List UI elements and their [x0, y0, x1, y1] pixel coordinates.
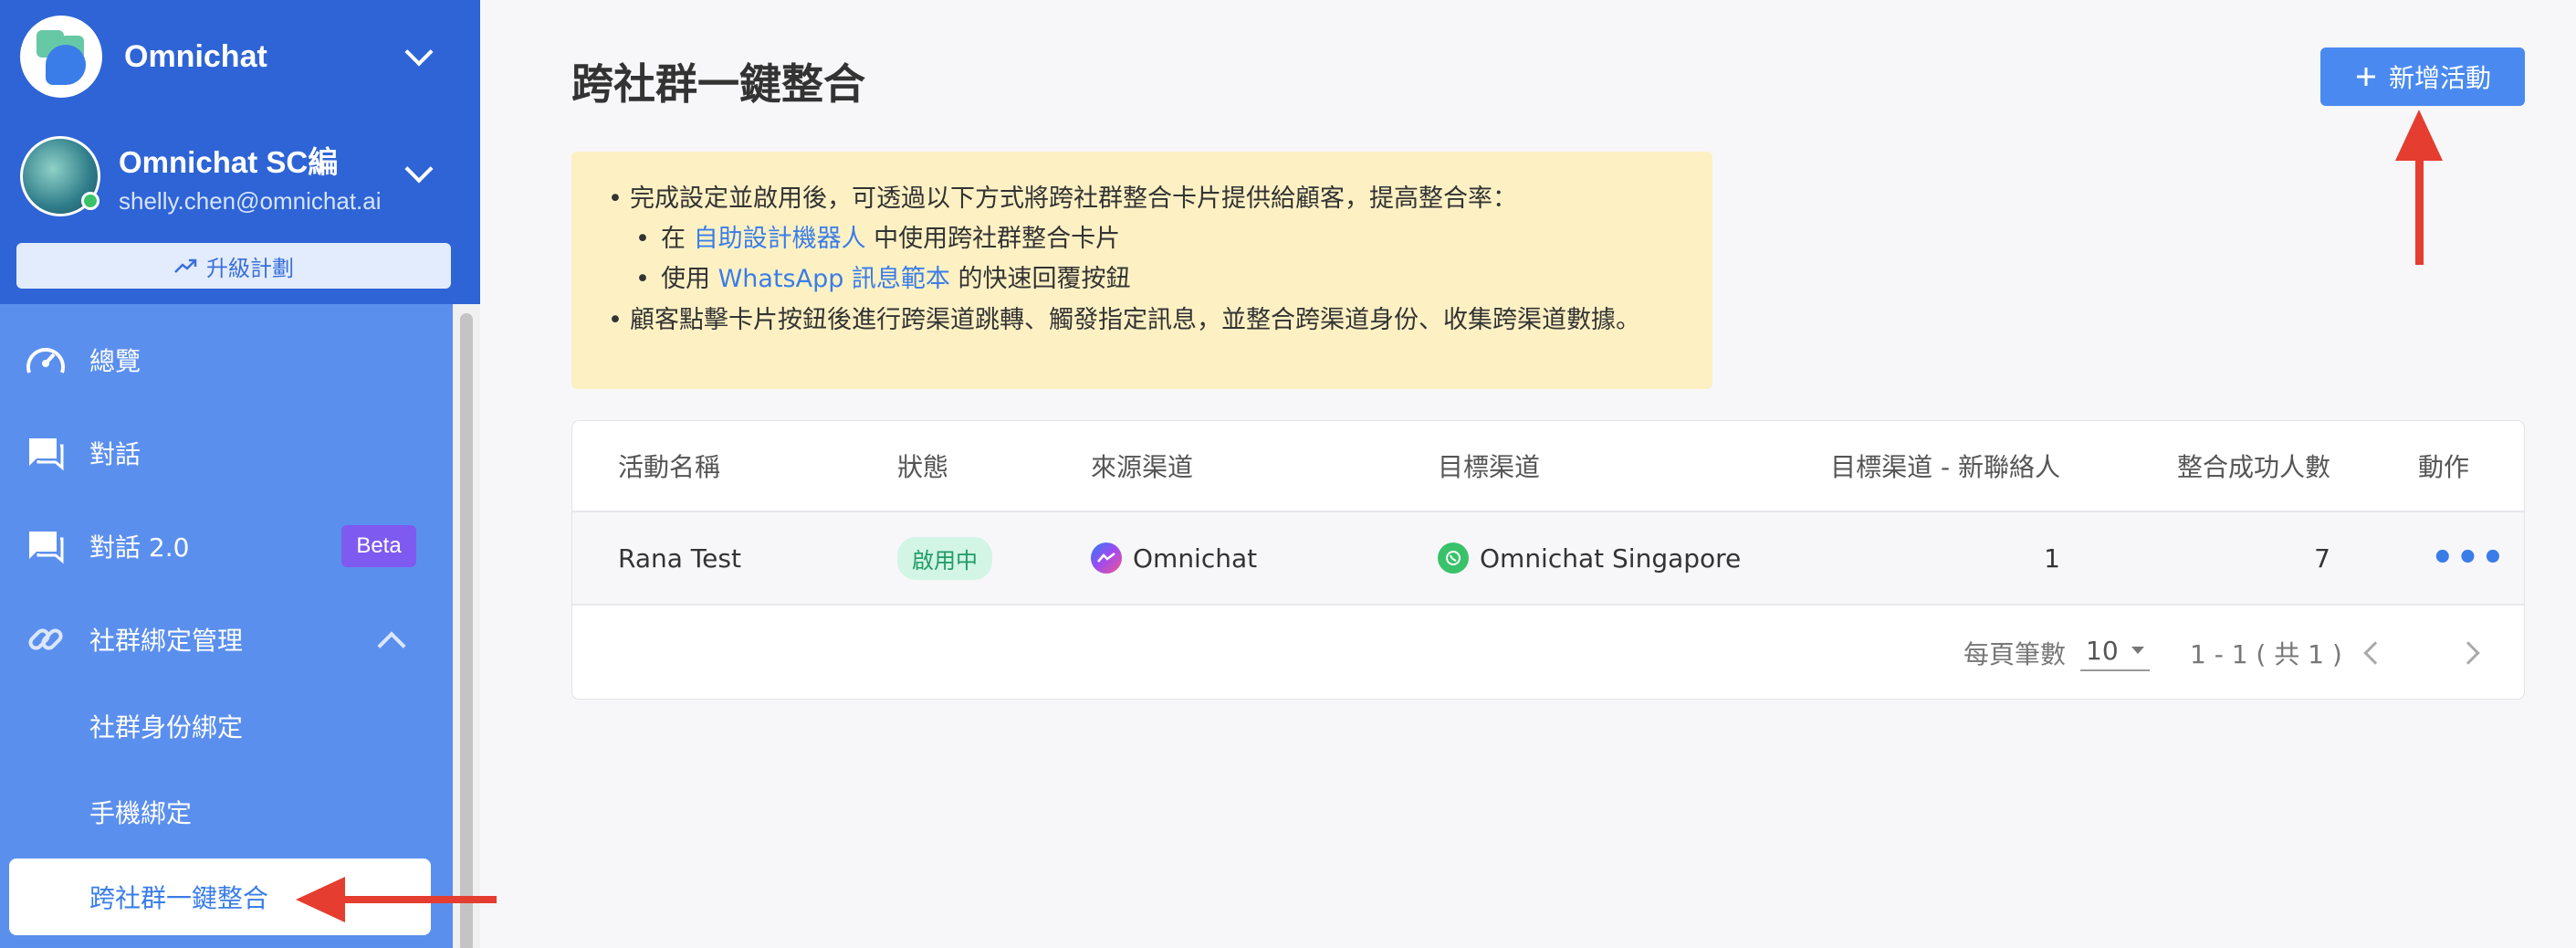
sidebar: Omnichat Omnichat SC編 shelly.chen@omnich… — [0, 0, 480, 948]
source-channel: Omnichat — [1091, 512, 1257, 604]
omnichat-logo — [20, 16, 102, 98]
new-contacts-count: 1 — [2044, 542, 2060, 574]
column-header: 目標渠道 — [1438, 452, 1541, 482]
sidebar-item-label: 對話 — [89, 439, 141, 469]
workspace-switcher[interactable]: Omnichat — [20, 15, 449, 99]
sidebar-header: Omnichat Omnichat SC編 shelly.chen@omnich… — [0, 0, 480, 304]
upgrade-plan-label: 升級計劃 — [206, 255, 294, 281]
workspace-name: Omnichat — [124, 38, 267, 74]
page-title: 跨社群一鍵整合 — [571, 59, 865, 109]
sidebar-item-chat[interactable]: 對話 — [0, 416, 453, 490]
per-page-label: 每頁筆數 — [1963, 639, 2067, 669]
campaign-name: Rana Test — [618, 542, 741, 574]
next-page-icon[interactable] — [2456, 641, 2480, 665]
column-header: 整合成功人數 — [2176, 452, 2330, 482]
sidebar-subitem-identity-binding[interactable]: 社群身份綁定 — [0, 690, 453, 763]
table-header: 活動名稱 狀態 來源渠道 目標渠道 目標渠道 - 新聯絡人 整合成功人數 動作 — [572, 421, 2524, 512]
avatar — [20, 136, 100, 216]
column-header: 目標渠道 - 新聯絡人 — [1830, 452, 2060, 482]
column-header: 動作 — [2418, 452, 2470, 482]
self-service-bot-link[interactable]: 自助設計機器人 — [694, 225, 866, 253]
success-count: 7 — [2314, 542, 2330, 574]
user-switcher[interactable]: Omnichat SC編 shelly.chen@omnichat.ai — [20, 133, 449, 219]
user-email: shelly.chen@omnichat.ai — [119, 186, 382, 215]
chevron-up-icon — [377, 631, 406, 660]
whatsapp-template-link[interactable]: WhatsApp 訊息範本 — [718, 265, 950, 293]
upgrade-plan-button[interactable]: 升級計劃 — [16, 243, 451, 289]
trending-up-icon — [174, 258, 197, 273]
pagination: 每頁筆數 10 1 - 1 ( 共 1 ) — [572, 606, 2524, 700]
info-notice: 完成設定並啟用後，可透過以下方式將跨社群整合卡片提供給顧客，提高整合率： 在 自… — [571, 152, 1712, 389]
prev-page-icon[interactable] — [2363, 641, 2387, 665]
beta-badge: Beta — [341, 525, 416, 567]
add-campaign-label: 新增活動 — [2388, 63, 2491, 93]
column-header: 活動名稱 — [618, 452, 721, 482]
messenger-icon — [1091, 542, 1122, 574]
notice-subline: 在 自助設計機器人 中使用跨社群整合卡片 — [608, 219, 1676, 259]
chat-icon — [24, 524, 68, 568]
table-row[interactable]: Rana Test 啟用中 Omnichat Omnichat Singapor… — [572, 512, 2524, 606]
sidebar-item-chat-2[interactable]: 對話 2.0 Beta — [0, 510, 453, 583]
add-campaign-button[interactable]: 新增活動 — [2320, 47, 2525, 106]
dashboard-gauge-icon — [24, 338, 68, 382]
dropdown-caret-icon — [2131, 647, 2144, 654]
user-name: Omnichat SC編 — [119, 144, 339, 179]
sidebar-subitem-phone-binding[interactable]: 手機綁定 — [0, 775, 453, 848]
sidebar-item-label: 社群綁定管理 — [89, 626, 244, 656]
column-header: 狀態 — [897, 452, 949, 482]
more-actions-icon[interactable]: ••• — [2431, 537, 2507, 579]
plus-icon — [2356, 68, 2375, 86]
page-range: 1 - 1 ( 共 1 ) — [2190, 639, 2342, 669]
sidebar-scrollbar[interactable] — [453, 304, 480, 948]
chevron-down-icon — [404, 37, 434, 67]
link-icon — [24, 617, 68, 661]
whatsapp-icon — [1438, 542, 1469, 574]
notice-line: 完成設定並啟用後，可透過以下方式將跨社群整合卡片提供給顧客，提高整合率： — [608, 179, 1676, 219]
chevron-down-icon — [404, 154, 434, 184]
campaign-table: 活動名稱 狀態 來源渠道 目標渠道 目標渠道 - 新聯絡人 整合成功人數 動作 … — [571, 420, 2525, 700]
online-status-icon — [81, 192, 99, 210]
column-header: 來源渠道 — [1091, 452, 1194, 482]
sidebar-item-social-binding[interactable]: 社群綁定管理 — [0, 603, 453, 676]
sidebar-item-label: 對話 2.0 — [89, 532, 190, 563]
sidebar-item-label: 總覽 — [89, 346, 141, 376]
status-badge: 啟用中 — [897, 536, 992, 580]
notice-subline: 使用 WhatsApp 訊息範本 的快速回覆按鈕 — [608, 259, 1676, 300]
notice-line: 顧客點擊卡片按鈕後進行跨渠道跳轉、觸發指定訊息，並整合跨渠道身份、收集跨渠道數據… — [608, 305, 1649, 336]
scrollbar-thumb[interactable] — [460, 313, 473, 948]
per-page-select[interactable]: 10 — [2080, 636, 2150, 671]
sidebar-item-overview[interactable]: 總覽 — [0, 323, 453, 396]
chat-icon — [24, 431, 68, 475]
target-channel: Omnichat Singapore — [1438, 512, 1741, 604]
